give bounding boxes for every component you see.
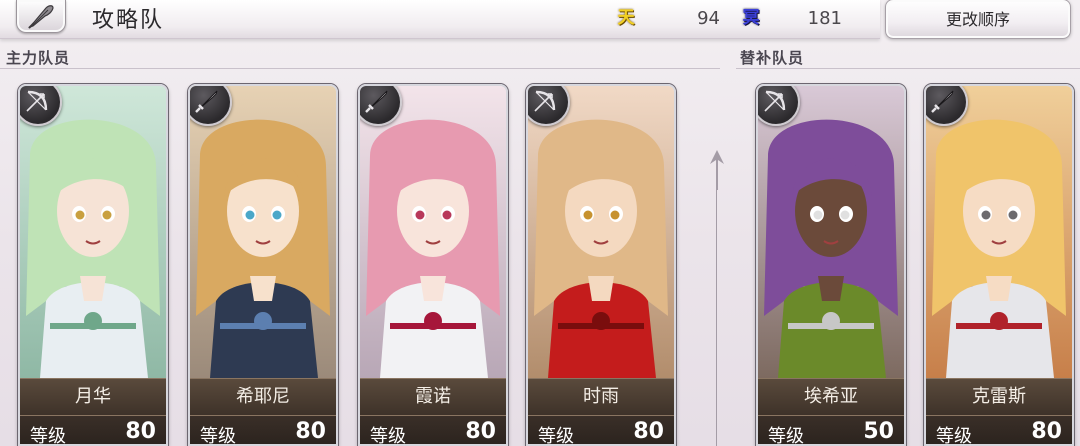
character-portrait [360, 86, 506, 378]
dark-resource-icon: 冥 [742, 8, 760, 28]
level-label: 等级 [30, 426, 66, 446]
member-name: 月华 [20, 378, 166, 416]
character-portrait [528, 86, 674, 378]
level-plate: 等级 80 [528, 416, 674, 446]
member-card[interactable]: 月华 等级 80 [18, 84, 168, 446]
reserve-section-rule [736, 68, 1080, 69]
level-plate: 等级 80 [20, 416, 166, 446]
level-plate: 等级 80 [926, 416, 1072, 446]
member-card[interactable]: 霞诺 等级 80 [358, 84, 508, 446]
member-name: 埃希亚 [758, 378, 904, 416]
sky-resource-value: 94 [697, 8, 720, 29]
main-section-rule [0, 68, 720, 69]
member-card[interactable]: 埃希亚 等级 50 [756, 84, 906, 446]
character-portrait [926, 86, 1072, 378]
section-divider [710, 150, 724, 446]
level-label: 等级 [200, 426, 236, 446]
member-name: 霞诺 [360, 378, 506, 416]
edit-name-button[interactable] [16, 0, 66, 33]
dark-resource-value: 181 [807, 8, 842, 29]
quill-icon [28, 5, 54, 29]
level-plate: 等级 80 [190, 416, 336, 446]
member-name: 克雷斯 [926, 378, 1072, 416]
level-value: 80 [1031, 419, 1062, 444]
team-title: 攻略队 [92, 8, 165, 33]
level-value: 80 [125, 419, 156, 444]
level-label: 等级 [768, 426, 804, 446]
level-value: 80 [633, 419, 664, 444]
level-value: 80 [465, 419, 496, 444]
level-label: 等级 [538, 426, 574, 446]
level-plate: 等级 50 [758, 416, 904, 446]
level-plate: 等级 80 [360, 416, 506, 446]
member-name: 希耶尼 [190, 378, 336, 416]
member-card[interactable]: 希耶尼 等级 80 [188, 84, 338, 446]
level-value: 80 [295, 419, 326, 444]
level-label: 等级 [370, 426, 406, 446]
sky-resource-icon: 天 [617, 8, 635, 28]
member-card[interactable]: 时雨 等级 80 [526, 84, 676, 446]
arrow-up-icon [710, 150, 724, 190]
character-portrait [758, 86, 904, 378]
level-label: 等级 [936, 426, 972, 446]
level-value: 50 [863, 419, 894, 444]
change-order-button[interactable]: 更改顺序 [885, 0, 1071, 39]
header-bar: 攻略队 天 94 冥 181 [0, 0, 880, 39]
reserve-members-label: 替补队员 [740, 49, 805, 67]
member-name: 时雨 [528, 378, 674, 416]
member-card[interactable]: 克雷斯 等级 80 [924, 84, 1074, 446]
main-members-label: 主力队员 [6, 49, 71, 67]
character-portrait [190, 86, 336, 378]
character-portrait [20, 86, 166, 378]
